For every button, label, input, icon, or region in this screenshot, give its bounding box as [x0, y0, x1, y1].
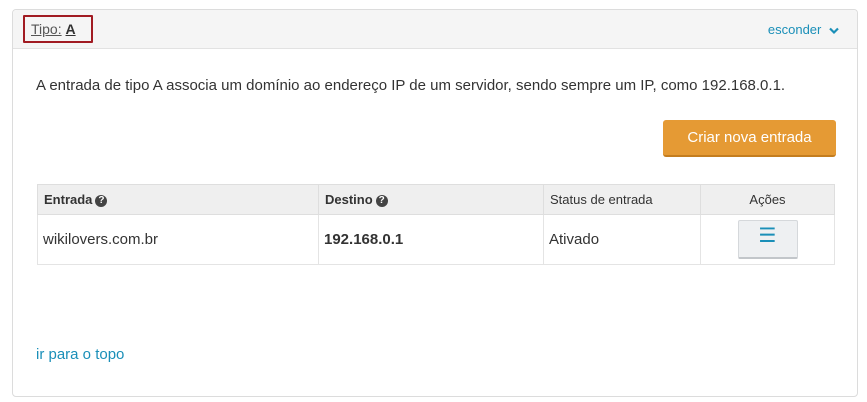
hide-toggle-label: esconder: [767, 22, 822, 37]
cell-status: Ativado: [543, 214, 701, 265]
table-header-row: Entrada? Destino? Status de entrada Açõe…: [37, 184, 835, 215]
dns-record-panel: Tipo: A esconder A entrada de tipo A ass…: [12, 9, 858, 397]
cell-actions: ☰: [700, 214, 835, 265]
column-label: Entrada: [44, 192, 93, 207]
help-icon[interactable]: ?: [375, 194, 388, 207]
column-label: Ações: [749, 192, 786, 207]
cell-destino: 192.168.0.1: [318, 214, 544, 265]
cell-entrada: wikilovers.com.br: [37, 214, 319, 265]
entries-table: Entrada? Destino? Status de entrada Açõe…: [37, 184, 835, 265]
help-icon[interactable]: ?: [95, 194, 108, 207]
column-header-status: Status de entrada: [543, 184, 701, 215]
column-header-acoes: Ações: [700, 184, 835, 215]
table-row: wikilovers.com.br 192.168.0.1 Ativado ☰: [37, 214, 835, 265]
create-entry-button[interactable]: Criar nova entrada: [663, 120, 836, 157]
back-to-top-link[interactable]: ir para o topo: [36, 346, 124, 363]
record-type-value: A: [65, 21, 76, 37]
hide-toggle[interactable]: esconder: [768, 22, 839, 38]
chevron-down-icon: [829, 23, 839, 38]
panel-header: Tipo: A esconder: [13, 10, 857, 49]
column-header-destino: Destino?: [318, 184, 544, 215]
record-type-title[interactable]: Tipo: A: [23, 15, 93, 43]
record-type-label: Tipo:: [31, 21, 62, 37]
record-description: A entrada de tipo A associa um domínio a…: [36, 77, 786, 94]
column-label: Status de entrada: [550, 192, 653, 207]
actions-menu-button[interactable]: ☰: [737, 220, 798, 259]
menu-icon: ☰: [758, 225, 777, 247]
column-header-entrada: Entrada?: [37, 184, 319, 215]
column-label: Destino: [325, 192, 373, 207]
